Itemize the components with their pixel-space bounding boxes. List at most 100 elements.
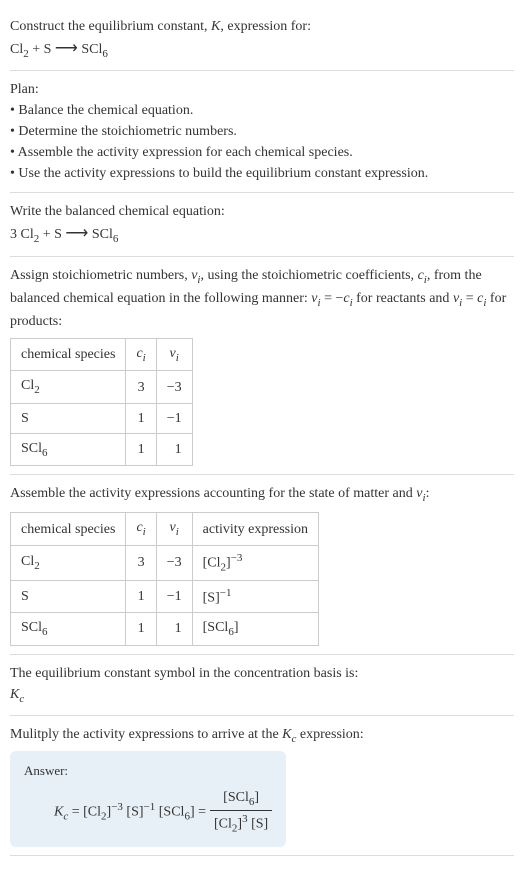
ans-sup1: −3 (111, 801, 123, 813)
t1-r3-nu: 1 (156, 433, 192, 465)
plan-title: Plan: (10, 79, 514, 100)
assign-t1: Assign stoichiometric numbers, (10, 268, 191, 283)
t1-r1-nu: −3 (156, 371, 192, 403)
table-row: SCl6 1 1 [SCl6] (11, 613, 319, 645)
t2-r3-nu: 1 (156, 613, 192, 645)
t2-r1-act: [Cl2]−3 (192, 545, 318, 580)
plan-b1: • Balance the chemical equation. (10, 100, 514, 121)
assign-eq: = − (321, 291, 344, 306)
ans-K: K (54, 804, 63, 819)
intro-K: K (211, 19, 220, 34)
multiply-section: Mulitply the activity expressions to arr… (10, 716, 514, 856)
asm-t1: Assemble the activity expressions accoun… (10, 486, 416, 501)
t1-r1-sub: 2 (34, 384, 40, 396)
t2-r2-act: [S]−1 (192, 580, 318, 613)
bal-coef: 3 Cl (10, 227, 34, 242)
t1-r1-sptext: Cl (21, 378, 34, 393)
t1-r1-sp: Cl2 (11, 371, 126, 403)
t2-r1-actsup: −3 (231, 552, 243, 564)
t1-h3i: i (176, 352, 179, 364)
mult-t2: expression: (296, 727, 363, 742)
ans-numerator: [SCl6] (210, 787, 272, 811)
table-row: chemical species ci νi (11, 339, 193, 371)
assign-t2: , using the stoichiometric coefficients, (200, 268, 417, 283)
assign-section: Assign stoichiometric numbers, νi , using… (10, 257, 514, 475)
ans-scl: [SCl (155, 804, 184, 819)
eq-plus: + S (29, 42, 55, 57)
t1-r3-sub: 6 (42, 447, 48, 459)
t1-r2-nu: −1 (156, 403, 192, 433)
ans-numl: [SCl (223, 790, 249, 805)
activity-table: chemical species ci νi activity expressi… (10, 512, 319, 645)
intro-text: Construct the equilibrium constant, K, e… (10, 16, 514, 37)
ans-denl: [Cl (214, 817, 232, 832)
ans-denominator: [Cl2]3 [S] (210, 811, 272, 837)
eq-sub2: 6 (102, 48, 108, 60)
ans-sp: [S] (123, 804, 144, 819)
ans-dens: [S] (248, 817, 269, 832)
t2-r2-nu: −1 (156, 580, 192, 613)
t2-r3-actr: ] (234, 620, 239, 635)
assign-eq2: = (462, 291, 477, 306)
t2-r2-c: 1 (126, 580, 156, 613)
answer-box: Answer: Kc = [Cl2]−3 [S]−1 [SCl6] = [SCl… (10, 751, 286, 847)
ans-fraction: [SCl6] [Cl2]3 [S] (210, 787, 272, 837)
t1-r2-c: 1 (126, 403, 156, 433)
table-row: Cl2 3 −3 (11, 371, 193, 403)
symbol-section: The equilibrium constant symbol in the c… (10, 655, 514, 716)
table-row: Cl2 3 −3 [Cl2]−3 (11, 545, 319, 580)
t1-h1: chemical species (11, 339, 126, 371)
plan-b2: • Determine the stoichiometric numbers. (10, 121, 514, 142)
t2-r1-sub: 2 (34, 560, 40, 572)
t2-h2i: i (143, 526, 146, 538)
mult-t1: Mulitply the activity expressions to arr… (10, 727, 282, 742)
t1-h3: νi (156, 339, 192, 371)
t2-h3i: i (176, 526, 179, 538)
t2-r1-nu: −3 (156, 545, 192, 580)
assign-t4: for reactants and (353, 291, 453, 306)
assemble-section: Assemble the activity expressions accoun… (10, 475, 514, 655)
answer-label: Answer: (24, 761, 272, 781)
balanced-intro: Write the balanced chemical equation: (10, 201, 514, 222)
ans-br2: ] = (190, 804, 206, 819)
ans-eq: = [Cl (68, 804, 101, 819)
t2-h2: ci (126, 513, 156, 545)
symbol-sub: c (19, 692, 24, 704)
t2-r1-sptext: Cl (21, 554, 34, 569)
mult-K: K (282, 727, 291, 742)
intro-section: Construct the equilibrium constant, K, e… (10, 8, 514, 71)
assign-text: Assign stoichiometric numbers, νi, using… (10, 265, 514, 333)
t2-r3-sp: SCl6 (11, 613, 126, 645)
t2-r3-act: [SCl6] (192, 613, 318, 645)
table-row: chemical species ci νi activity expressi… (11, 513, 319, 545)
intro-line1: Construct the equilibrium constant, (10, 19, 211, 34)
t1-r1-c: 3 (126, 371, 156, 403)
t2-r3-acttext: [SCl (203, 620, 229, 635)
symbol-text: The equilibrium constant symbol in the c… (10, 663, 514, 684)
t1-r3-sptext: SCl (21, 441, 42, 456)
t2-r1-sp: Cl2 (11, 545, 126, 580)
ans-lhs: Kc = [Cl2]−3 [S]−1 [SCl6] = (54, 799, 206, 825)
t1-r2-sp: S (11, 403, 126, 433)
bal-sub2: 6 (113, 233, 119, 245)
bal-rhs: SCl (88, 227, 113, 242)
t2-r1-c: 3 (126, 545, 156, 580)
bal-mid: + S (39, 227, 65, 242)
t2-h3: νi (156, 513, 192, 545)
plan-section: Plan: • Balance the chemical equation. •… (10, 71, 514, 193)
plan-b4: • Use the activity expressions to build … (10, 163, 514, 184)
t2-r2-actsup: −1 (220, 587, 232, 599)
intro-equation: Cl2 + S ⟶ SCl6 (10, 37, 514, 62)
eq-cl: Cl (10, 42, 23, 57)
multiply-text: Mulitply the activity expressions to arr… (10, 724, 514, 747)
t2-r2-sp: S (11, 580, 126, 613)
balanced-section: Write the balanced chemical equation: 3 … (10, 193, 514, 256)
balanced-equation: 3 Cl2 + S ⟶ SCl6 (10, 222, 514, 247)
plan-b3: • Assemble the activity expression for e… (10, 142, 514, 163)
t1-r3-sp: SCl6 (11, 433, 126, 465)
t2-r1-actl: [Cl (203, 555, 221, 570)
t2-r3-c: 1 (126, 613, 156, 645)
answer-equation: Kc = [Cl2]−3 [S]−1 [SCl6] = [SCl6] [Cl2]… (24, 787, 272, 837)
t2-r3-sub: 6 (42, 626, 48, 638)
t2-h1: chemical species (11, 513, 126, 545)
